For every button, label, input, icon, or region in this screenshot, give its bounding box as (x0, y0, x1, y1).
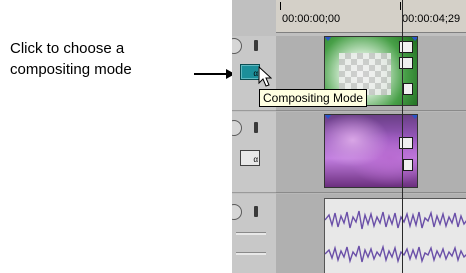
fx-bang-icon[interactable] (254, 206, 258, 217)
waveform-left (325, 210, 466, 230)
compositing-mode-button[interactable]: α (240, 150, 260, 166)
track-header-top (232, 0, 276, 36)
track-header-background[interactable]: α (232, 112, 276, 193)
compositing-mode-button[interactable]: α (240, 64, 260, 80)
pan-knob-icon[interactable] (232, 204, 242, 220)
timeline-panel: 00:00:00;00 00:00:04;29 α α (232, 0, 466, 273)
compositing-mode-tooltip: Compositing Mode (259, 89, 368, 107)
time-ruler[interactable]: 00:00:00;00 00:00:04;29 (276, 0, 466, 33)
callout-line-2: compositing mode (10, 61, 132, 78)
callout-text: Click to choose a compositing mode (10, 38, 200, 80)
event-marker-icon (325, 115, 332, 119)
waveform-right (325, 244, 466, 264)
callout-line-1: Click to choose a (10, 40, 125, 57)
track-header-audio[interactable] (232, 194, 276, 273)
fx-bang-icon[interactable] (254, 40, 258, 51)
pan-slider[interactable] (236, 252, 266, 255)
callout-arrow-shaft (194, 73, 226, 75)
audio-event[interactable] (324, 198, 466, 273)
mouse-pointer-icon (258, 66, 272, 87)
ruler-tick (400, 2, 401, 10)
ruler-time-end: 00:00:04;29 (402, 13, 461, 25)
ruler-time-start: 00:00:00;00 (282, 13, 341, 25)
timeline-lanes (276, 36, 466, 273)
volume-slider[interactable] (236, 232, 266, 235)
ruler-tick (280, 2, 281, 10)
video-event-background[interactable] (324, 114, 418, 188)
pan-knob-icon[interactable] (232, 120, 242, 136)
event-fx-icon[interactable] (403, 159, 413, 171)
event-marker-icon (411, 115, 417, 119)
playhead-cursor[interactable] (402, 0, 403, 273)
fx-bang-icon[interactable] (254, 122, 258, 133)
event-fx-icon[interactable] (403, 83, 413, 95)
event-marker-icon (325, 37, 332, 41)
pan-knob-icon[interactable] (232, 38, 242, 54)
alpha-icon: α (253, 156, 258, 165)
